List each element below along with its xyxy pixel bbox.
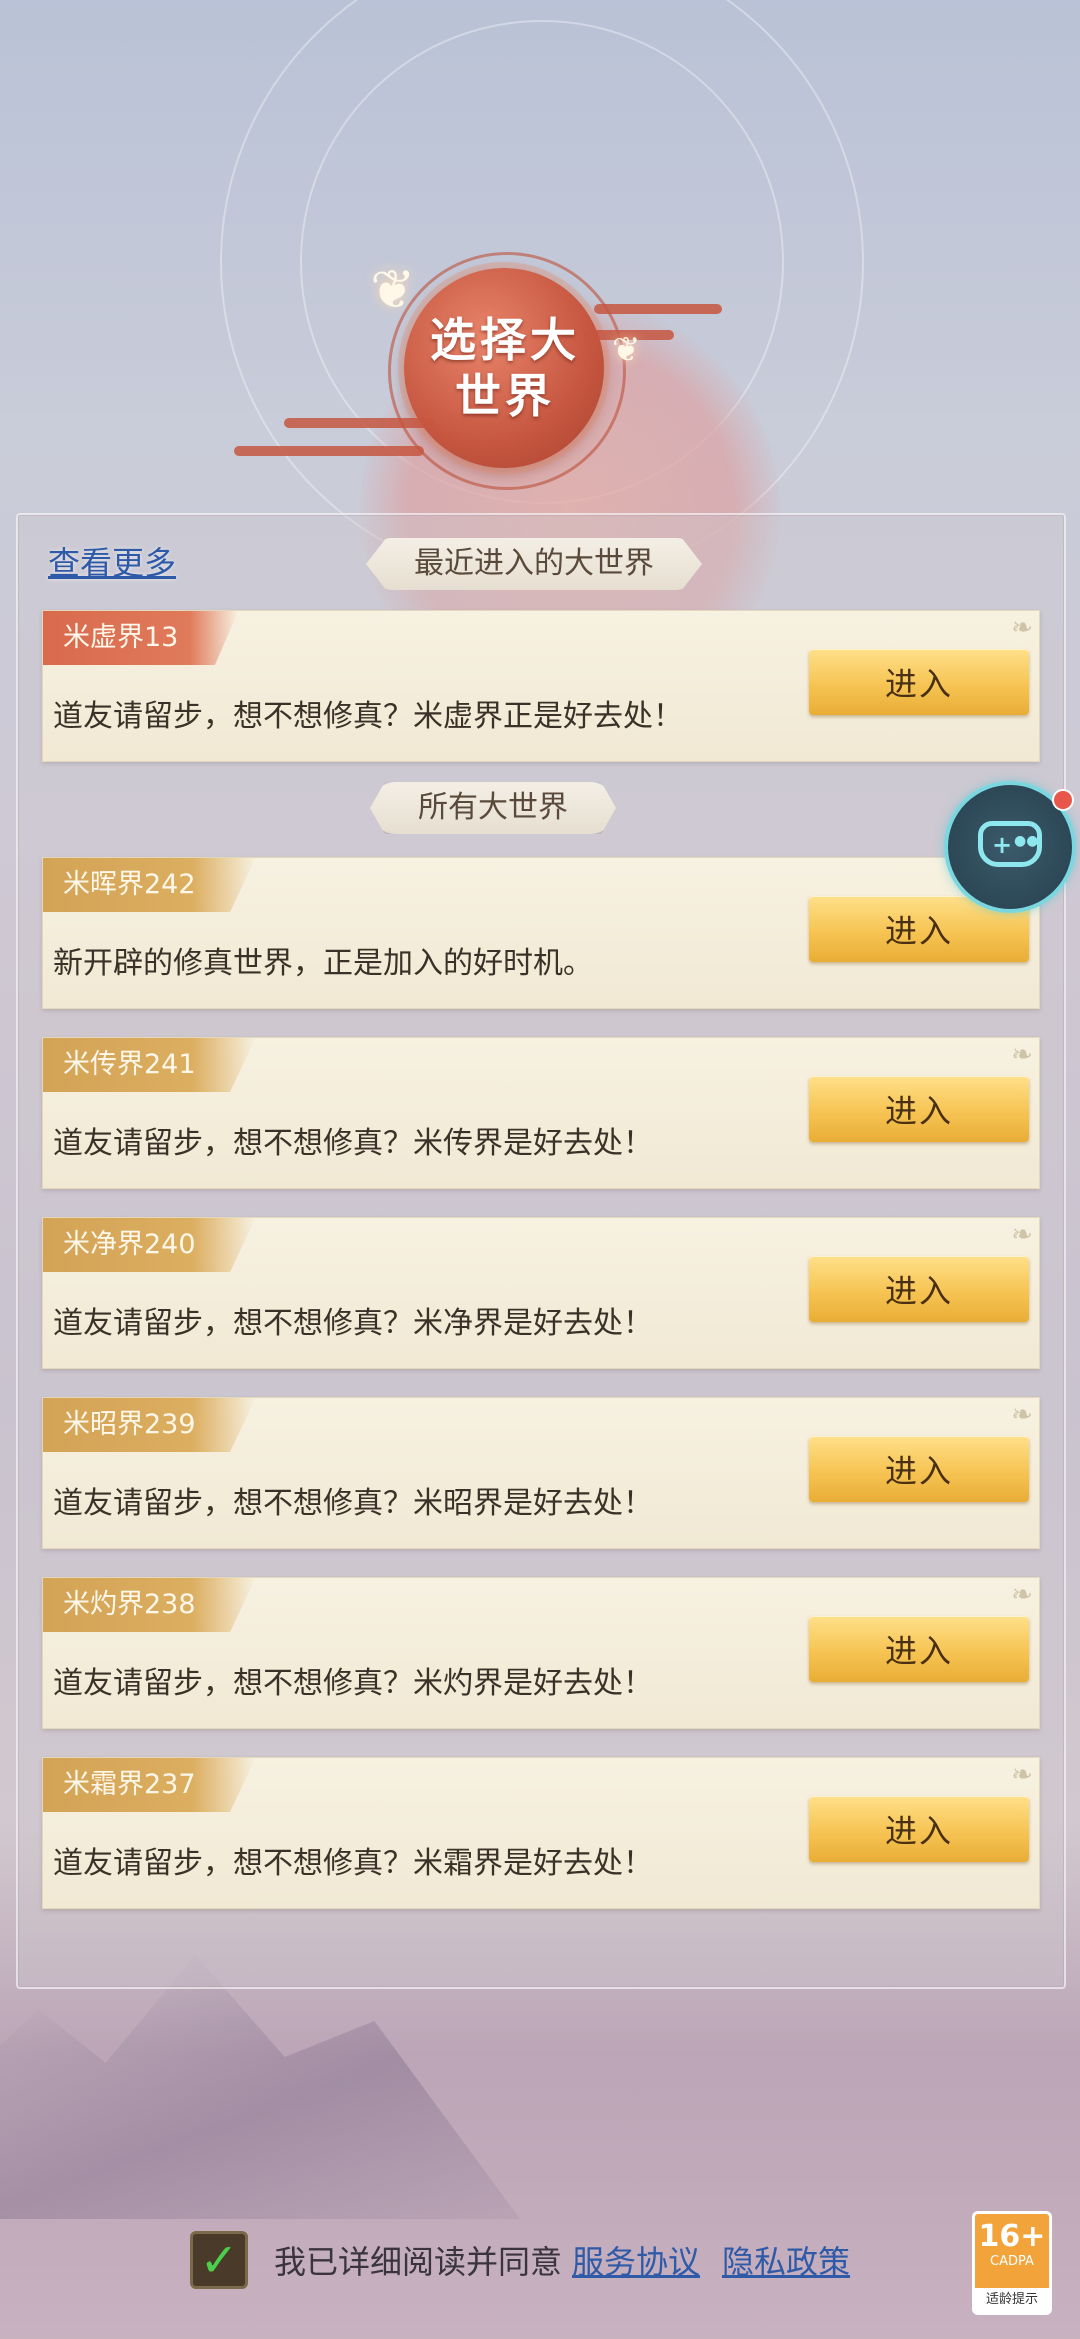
world-description: 道友请留步，想不想修真？米传界是好去处！ — [53, 1126, 653, 1161]
gamepad-float-button[interactable]: + ●● — [944, 781, 1076, 913]
world-name-tag: 米霜界237 — [43, 1758, 256, 1812]
scroll-corner-icon: ❧ — [1011, 1400, 1033, 1430]
scroll-corner-icon: ❧ — [1011, 613, 1033, 643]
enter-world-button[interactable]: 进入 — [809, 1256, 1029, 1322]
butterfly-icon: ❦ — [612, 330, 641, 370]
world-description: 道友请留步，想不想修真？米虚界正是好去处！ — [53, 699, 683, 734]
agreement-row: ✓ 我已详细阅读并同意 服务协议 隐私政策 — [190, 2228, 850, 2292]
checkmark-icon: ✓ — [199, 2233, 239, 2287]
dpad-icon: + — [992, 831, 1013, 859]
recent-section-title: 最近进入的大世界 — [366, 538, 702, 590]
action-buttons-icon: ●● — [1014, 833, 1039, 849]
world-name-tag: 米净界240 — [43, 1218, 256, 1272]
world-card: ❧ 米晖界242 新开辟的修真世界，正是加入的好时机。 进入 — [42, 857, 1040, 1009]
view-more-link[interactable]: 查看更多 — [48, 538, 176, 584]
all-worlds-section-title: 所有大世界 — [370, 782, 616, 834]
world-card: ❧ 米昭界239 道友请留步，想不想修真？米昭界是好去处！ 进入 — [42, 1397, 1040, 1549]
world-card: ❧ 米灼界238 道友请留步，想不想修真？米灼界是好去处！ 进入 — [42, 1577, 1040, 1729]
world-description: 道友请留步，想不想修真？米昭界是好去处！ — [53, 1486, 653, 1521]
scroll-corner-icon: ❧ — [1011, 1220, 1033, 1250]
privacy-policy-link[interactable]: 隐私政策 — [722, 2237, 850, 2283]
world-card: ❧ 米传界241 道友请留步，想不想修真？米传界是好去处！ 进入 — [42, 1037, 1040, 1189]
world-description: 新开辟的修真世界，正是加入的好时机。 — [53, 946, 593, 981]
age-rating-badge[interactable]: 16+ CADPA 适龄提示 — [972, 2211, 1052, 2315]
cloud-ribbon-icon — [234, 446, 424, 456]
enter-world-button[interactable]: 进入 — [809, 1796, 1029, 1862]
enter-world-button[interactable]: 进入 — [809, 1616, 1029, 1682]
page-title: 选择大世界 — [430, 313, 580, 423]
age-rating-number: 16+ — [978, 2219, 1046, 2254]
enter-world-button[interactable]: 进入 — [809, 1076, 1029, 1142]
recent-world-card: ❧ 米虚界13 道友请留步，想不想修真？米虚界正是好去处！ 进入 — [42, 610, 1040, 762]
world-name-tag: 米晖界242 — [43, 858, 256, 912]
world-description: 道友请留步，想不想修真？米霜界是好去处！ — [53, 1846, 653, 1881]
scroll-corner-icon: ❧ — [1011, 1580, 1033, 1610]
world-description: 道友请留步，想不想修真？米灼界是好去处！ — [53, 1666, 653, 1701]
notification-badge — [1052, 789, 1074, 811]
agreement-text: 我已详细阅读并同意 — [274, 2243, 563, 2281]
scroll-corner-icon: ❧ — [1011, 1040, 1033, 1070]
world-name-tag: 米虚界13 — [43, 611, 239, 665]
world-card: ❧ 米霜界237 道友请留步，想不想修真？米霜界是好去处！ 进入 — [42, 1757, 1040, 1909]
service-agreement-link[interactable]: 服务协议 — [572, 2237, 700, 2283]
age-rating-org: CADPA — [990, 2254, 1034, 2269]
cloud-ribbon-icon — [284, 418, 434, 428]
world-description: 道友请留步，想不想修真？米净界是好去处！ — [53, 1306, 653, 1341]
world-card: ❧ 米净界240 道友请留步，想不想修真？米净界是好去处！ 进入 — [42, 1217, 1040, 1369]
world-name-tag: 米昭界239 — [43, 1398, 256, 1452]
enter-world-button[interactable]: 进入 — [809, 649, 1029, 715]
scroll-corner-icon: ❧ — [1011, 1760, 1033, 1790]
agree-checkbox[interactable]: ✓ — [190, 2231, 248, 2289]
world-name-tag: 米传界241 — [43, 1038, 256, 1092]
butterfly-icon: ❦ — [370, 258, 416, 321]
cloud-ribbon-icon — [594, 304, 722, 314]
world-name-tag: 米灼界238 — [43, 1578, 256, 1632]
enter-world-button[interactable]: 进入 — [809, 1436, 1029, 1502]
age-rating-caption: 适龄提示 — [975, 2288, 1049, 2312]
title-emblem: 选择大世界 — [234, 252, 722, 490]
